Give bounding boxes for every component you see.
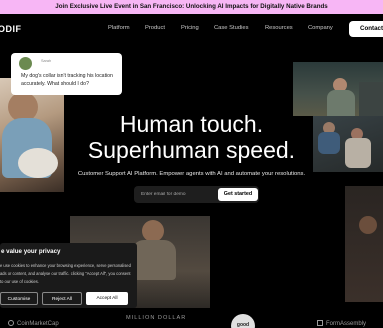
chat-sender-name: Sarah — [41, 59, 52, 63]
email-field[interactable] — [138, 188, 216, 201]
chat-message: My dog's collar isn't tracking his locat… — [21, 73, 113, 88]
avatar — [19, 57, 32, 70]
hero-headline: Human touch. Superhuman speed. — [0, 111, 383, 163]
nav-link-platform[interactable]: Platform — [108, 25, 145, 31]
chat-bubble-card: Sarah My dog's collar isn't tracking his… — [11, 53, 122, 95]
accept-all-button[interactable]: Accept All — [86, 292, 128, 305]
customer-photo-top-right — [293, 62, 383, 116]
top-nav: ODIF Platform Product Pricing Case Studi… — [0, 14, 383, 44]
customer-logo-strip: CoinMarketCap MILLION DOLLAR good FormAs… — [0, 310, 383, 328]
contact-button[interactable]: Contact — [349, 21, 383, 37]
cookie-consent-dialog: e value your privacy e use cookies to en… — [0, 243, 137, 308]
nav-link-pricing[interactable]: Pricing — [181, 25, 214, 31]
announcement-banner[interactable]: Join Exclusive Live Event in San Francis… — [0, 0, 383, 14]
logo-coinmarketcap: CoinMarketCap — [8, 320, 59, 327]
coin-icon — [8, 320, 14, 326]
logo-formassembly: FormAssembly — [317, 320, 366, 327]
nav-link-resources[interactable]: Resources — [265, 25, 308, 31]
customise-button[interactable]: Customise — [0, 292, 38, 305]
get-started-button[interactable]: Get started — [218, 188, 258, 201]
customer-photo-bottom-right — [345, 186, 383, 302]
headline-line-2: Superhuman speed. — [87, 137, 296, 163]
reject-all-button[interactable]: Reject All — [42, 292, 82, 305]
nav-link-product[interactable]: Product — [145, 25, 181, 31]
nav-link-case-studies[interactable]: Case Studies — [214, 25, 265, 31]
hero-subtext: Customer Support AI Platform. Empower ag… — [77, 171, 306, 177]
brand-logo[interactable]: ODIF — [0, 24, 22, 34]
nav-links: Platform Product Pricing Case Studies Re… — [108, 25, 348, 31]
logo-million-dollar: MILLION DOLLAR — [126, 315, 187, 321]
cookie-title: e value your privacy — [1, 248, 61, 255]
logo-good: good — [231, 314, 255, 328]
demo-email-form: Get started — [134, 186, 259, 203]
headline-line-1: Human touch. — [119, 111, 264, 137]
cookie-text: e use cookies to enhance your browsing e… — [0, 263, 131, 284]
nav-link-company[interactable]: Company — [308, 25, 348, 31]
form-icon — [317, 320, 323, 326]
